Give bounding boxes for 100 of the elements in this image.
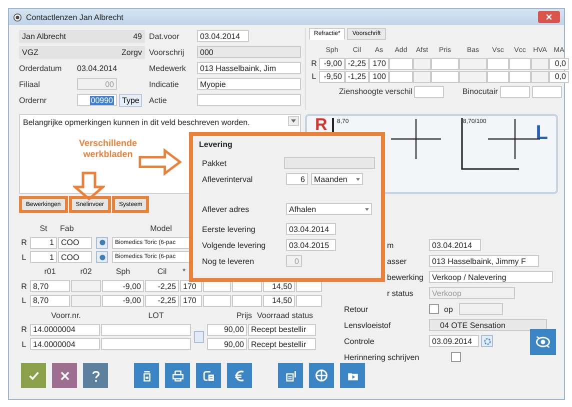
table-cell[interactable]: 90,00 — [207, 324, 247, 336]
input-field[interactable]: Myopie — [197, 78, 301, 90]
input-field[interactable]: 000 — [197, 46, 301, 58]
table-cell[interactable]: 90,00 — [207, 338, 247, 350]
copy-button[interactable] — [196, 363, 221, 388]
table-cell[interactable]: -2,25 — [145, 294, 179, 307]
table-cell[interactable] — [203, 294, 231, 307]
lens-button[interactable] — [96, 236, 108, 249]
table-cell[interactable] — [531, 70, 549, 82]
table-cell[interactable] — [509, 58, 531, 70]
table-cell[interactable]: -2,25 — [145, 280, 179, 292]
address-dropdown[interactable]: Afhalen — [286, 203, 372, 215]
help-button[interactable] — [83, 363, 108, 388]
confirm-button[interactable] — [21, 363, 46, 388]
table-cell[interactable]: COO — [58, 251, 92, 264]
binocular-field[interactable] — [500, 86, 530, 98]
table-cell[interactable]: -1,25 — [345, 70, 369, 82]
table-cell[interactable]: 1 — [30, 251, 57, 264]
table-cell[interactable]: -9,00 — [102, 294, 144, 307]
table-cell[interactable]: 100 — [369, 70, 389, 82]
input-field[interactable]: 03.04.2014 — [429, 239, 482, 251]
down-arrow-icon — [73, 171, 105, 201]
binocular-field[interactable] — [532, 86, 562, 98]
eye-label: R — [310, 59, 318, 68]
checkbox[interactable] — [429, 304, 440, 314]
date-field[interactable]: 03.04.2015 — [286, 239, 336, 251]
height-difference-field[interactable] — [414, 86, 444, 98]
close-button[interactable] — [538, 11, 560, 23]
table-cell[interactable] — [232, 294, 262, 307]
input-field[interactable]: 04 OTE Sensation — [429, 319, 548, 331]
target-button[interactable] — [309, 363, 334, 388]
date-field[interactable]: 03.04.2014 — [286, 223, 336, 235]
table-cell[interactable]: -9,00 — [102, 280, 144, 292]
folder-button[interactable] — [340, 363, 365, 388]
field-label: Retour — [344, 304, 370, 314]
table-cell[interactable] — [459, 58, 487, 70]
table-cell[interactable]: Recept bestellir — [248, 324, 316, 336]
table-cell[interactable]: 8,70 — [30, 294, 70, 307]
table-cell[interactable] — [101, 324, 191, 336]
payment-button[interactable] — [227, 363, 252, 388]
table-cell[interactable]: -2,25 — [345, 58, 369, 70]
type-button[interactable]: Type — [119, 94, 142, 106]
field-label: Lensvloeistof — [344, 320, 392, 330]
print-button[interactable] — [165, 363, 190, 388]
square-button[interactable] — [194, 331, 204, 343]
table-cell[interactable] — [487, 58, 509, 70]
delete-button[interactable] — [134, 363, 159, 388]
table-cell[interactable] — [101, 338, 191, 350]
table-cell[interactable]: 8,70 — [30, 280, 70, 292]
cancel-button[interactable] — [52, 363, 77, 388]
document-button[interactable] — [278, 363, 303, 388]
interval-field[interactable]: 6 — [286, 173, 308, 185]
eye-label: R — [20, 282, 28, 291]
table-cell[interactable] — [389, 70, 413, 82]
window-title: Contactlenzen Jan Albrecht — [26, 12, 124, 22]
calendar-button[interactable] — [481, 335, 494, 347]
input-field[interactable]: Verkoop / Nalevering — [429, 271, 554, 283]
input-field[interactable]: 013 Hasselbaink, Jimmy F — [429, 255, 540, 267]
table-cell[interactable] — [431, 70, 459, 82]
document-icon — [202, 368, 216, 382]
crosshair-icon — [314, 368, 329, 383]
input-field[interactable] — [458, 303, 503, 315]
input-field[interactable]: 03.09.2014 — [429, 335, 480, 347]
table-cell[interactable]: 170 — [180, 294, 202, 307]
table-cell[interactable]: 170 — [369, 58, 389, 70]
table-cell[interactable]: 0,0 — [549, 70, 569, 82]
table-cell[interactable] — [71, 294, 101, 307]
input-field[interactable]: 013 Hasselbaink, Jim — [197, 62, 301, 74]
package-field[interactable] — [284, 157, 375, 169]
table-cell[interactable]: 170 — [180, 280, 202, 292]
lens-button[interactable] — [96, 251, 108, 264]
corner-line — [461, 118, 519, 170]
table-cell[interactable]: -9,00 — [319, 58, 345, 70]
field-label: m — [386, 240, 395, 250]
interval-unit-dropdown[interactable]: Maanden — [311, 173, 363, 185]
table-cell[interactable] — [431, 58, 459, 70]
table-cell[interactable]: COO — [58, 236, 92, 249]
table-cell[interactable]: 14,50 — [263, 294, 295, 307]
table-cell[interactable] — [71, 280, 101, 292]
order-number-field[interactable]: 00990 — [77, 94, 117, 106]
table-cell[interactable]: Recept bestellir — [248, 338, 316, 350]
table-cell[interactable] — [531, 58, 549, 70]
input-field[interactable] — [197, 94, 301, 106]
table-cell[interactable] — [413, 70, 431, 82]
table-cell[interactable] — [487, 70, 509, 82]
input-field[interactable]: 03.04.2014 — [197, 30, 249, 42]
lens-action-button[interactable] — [530, 329, 556, 355]
dropdown-button[interactable] — [288, 116, 299, 126]
table-cell[interactable]: 0,0 — [549, 58, 569, 70]
table-cell[interactable] — [389, 58, 413, 70]
column-header: Cil — [156, 267, 168, 276]
table-cell[interactable]: 14.0000004 — [30, 324, 100, 336]
table-cell[interactable] — [509, 70, 531, 82]
table-cell[interactable]: 14.0000004 — [30, 338, 100, 350]
table-cell[interactable]: 1 — [30, 236, 57, 249]
table-cell[interactable] — [413, 58, 431, 70]
checkbox[interactable] — [451, 352, 462, 362]
table-cell[interactable] — [296, 294, 322, 307]
table-cell[interactable]: -9,50 — [319, 70, 345, 82]
table-cell[interactable] — [459, 70, 487, 82]
